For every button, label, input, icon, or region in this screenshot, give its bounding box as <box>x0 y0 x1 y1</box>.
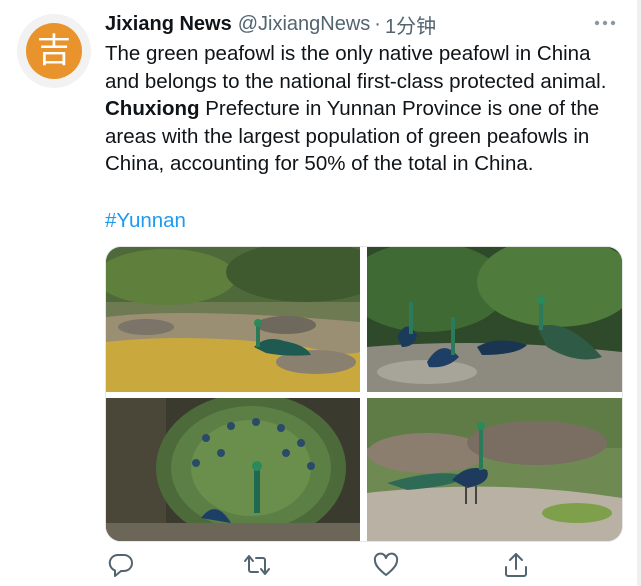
tweet-header: Jixiang News @JixiangNews · 1分钟 <box>105 10 436 39</box>
photo-icon <box>367 398 622 541</box>
photo-icon <box>106 398 360 541</box>
like-icon[interactable] <box>372 551 400 579</box>
reply-icon[interactable] <box>107 551 135 579</box>
tweet-actions <box>0 551 641 581</box>
retweet-icon[interactable] <box>243 551 271 579</box>
tweet-text: The green peafowl is the only native pea… <box>105 40 615 178</box>
display-name[interactable]: Jixiang News <box>105 13 232 36</box>
avatar[interactable]: 吉 <box>17 14 91 88</box>
photo-peafowl-display[interactable] <box>106 398 360 541</box>
timestamp[interactable]: 1分钟 <box>385 10 436 39</box>
photo-peafowl-river[interactable] <box>106 247 360 392</box>
photo-peafowl-group[interactable] <box>367 247 622 392</box>
more-options-icon[interactable] <box>592 14 618 32</box>
media-grid <box>105 246 623 542</box>
tweet-text-part1: The green peafowl is the only native pea… <box>105 42 607 93</box>
tweet-text-bold: Chuxiong <box>105 97 200 120</box>
photo-icon <box>367 247 622 392</box>
avatar-logo: 吉 <box>26 23 82 79</box>
share-icon[interactable] <box>502 551 530 579</box>
user-handle[interactable]: @JixiangNews <box>238 13 371 36</box>
tweet-card[interactable]: 吉 Jixiang News @JixiangNews · 1分钟 The gr… <box>0 0 641 586</box>
hashtag-link[interactable]: #Yunnan <box>105 207 186 235</box>
photo-icon <box>106 247 360 392</box>
scrollbar[interactable] <box>637 0 641 586</box>
photo-peafowl-rocks[interactable] <box>367 398 622 541</box>
separator-dot: · <box>374 12 381 35</box>
